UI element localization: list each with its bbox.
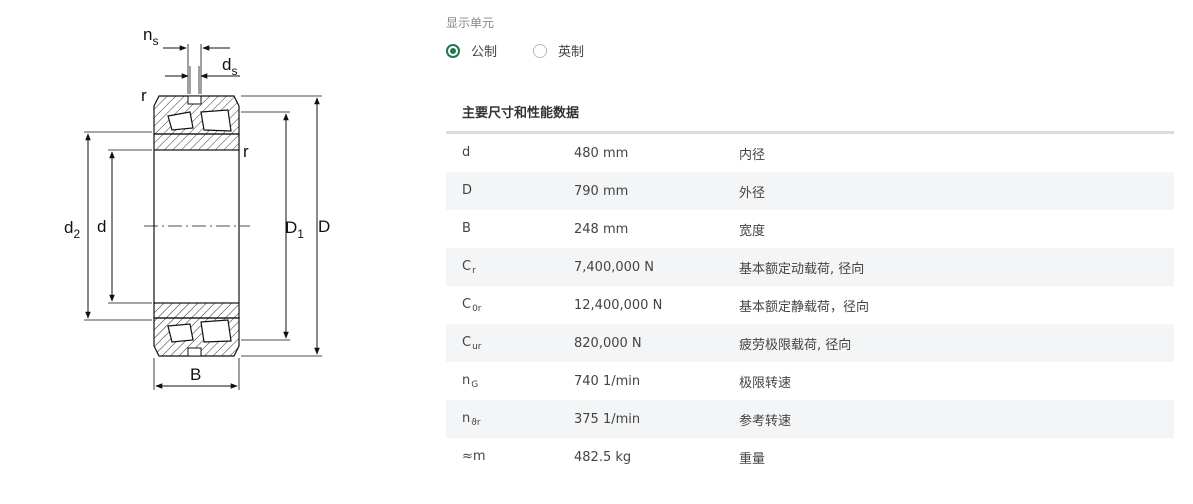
table-row: Cur 820,000 N 疲劳极限载荷, 径向	[446, 324, 1174, 362]
spec-symbol: d	[462, 144, 471, 160]
spec-value: 790 mm	[574, 183, 629, 199]
spec-description: 基本额定动载荷, 径向	[739, 261, 865, 277]
units-selector: 显示单元 公制 英制	[446, 14, 620, 60]
spec-description: 极限转速	[739, 375, 792, 391]
label-d: d	[97, 217, 106, 236]
spec-value: 12,400,000 N	[574, 297, 663, 313]
table-row: d 480 mm 内径	[446, 134, 1174, 172]
units-label: 显示单元	[446, 16, 495, 30]
spec-symbol: nG	[462, 372, 479, 390]
spec-value: 740 1/min	[574, 373, 641, 389]
radio-imperial-label: 英制	[558, 45, 585, 60]
spec-description: 外径	[739, 185, 766, 201]
spec-description: 重量	[739, 451, 766, 467]
table-row: nG 740 1/min 极限转速	[446, 362, 1174, 400]
label-D1: D1	[285, 218, 304, 241]
radio-metric-circle[interactable]	[446, 43, 460, 58]
table-row: D 790 mm 外径	[446, 172, 1174, 210]
radio-metric-label: 公制	[471, 45, 498, 60]
spec-description: 宽度	[739, 223, 766, 239]
spec-symbol: Cr	[462, 258, 476, 276]
bearing-top-section	[153, 95, 240, 151]
radio-metric[interactable]: 公制	[446, 41, 497, 60]
radio-imperial-circle[interactable]	[533, 43, 548, 58]
spec-value: 820,000 N	[574, 335, 642, 351]
spec-description: 基本额定静载荷，径向	[739, 299, 870, 315]
spec-value: 480 mm	[574, 145, 629, 161]
label-B: B	[190, 365, 201, 384]
spec-value: 375 1/min	[574, 411, 641, 427]
table-row: Cr 7,400,000 N 基本额定动载荷, 径向	[446, 248, 1174, 286]
spec-symbol: nϑr	[462, 410, 481, 428]
bearing-bottom-section	[153, 302, 240, 357]
spec-symbol: B	[462, 220, 471, 236]
spec-value: 482.5 kg	[574, 449, 632, 465]
table-row: ≈m 482.5 kg 重量	[446, 438, 1174, 476]
spec-symbol: D	[462, 182, 473, 198]
spec-value: 7,400,000 N	[574, 259, 655, 275]
spec-symbol: Cur	[462, 334, 482, 352]
label-D: D	[318, 217, 330, 236]
spec-symbol: C0r	[462, 296, 482, 314]
spec-description: 疲劳极限载荷, 径向	[739, 337, 852, 353]
label-ds: ds	[222, 55, 237, 78]
spec-table: 主要尺寸和性能数据 d 480 mm 内径 D 790 mm 外径 B 248 …	[446, 92, 1174, 476]
table-row: nϑr 375 1/min 参考转速	[446, 400, 1174, 438]
bearing-drawing: ns ds r r d2 d D1 D B	[64, 25, 330, 390]
label-r-top: r	[141, 86, 147, 105]
label-d2: d2	[64, 218, 80, 241]
label-r-right: r	[243, 142, 249, 161]
table-row: B 248 mm 宽度	[446, 210, 1174, 248]
spec-value: 248 mm	[574, 221, 629, 237]
spec-table-title: 主要尺寸和性能数据	[446, 92, 1174, 134]
spec-symbol: ≈m	[462, 448, 486, 464]
label-ns: ns	[143, 25, 158, 48]
spec-description: 参考转速	[739, 413, 792, 429]
table-row: C0r 12,400,000 N 基本额定静载荷，径向	[446, 286, 1174, 324]
spec-description: 内径	[739, 147, 766, 163]
radio-imperial[interactable]: 英制	[533, 41, 584, 60]
